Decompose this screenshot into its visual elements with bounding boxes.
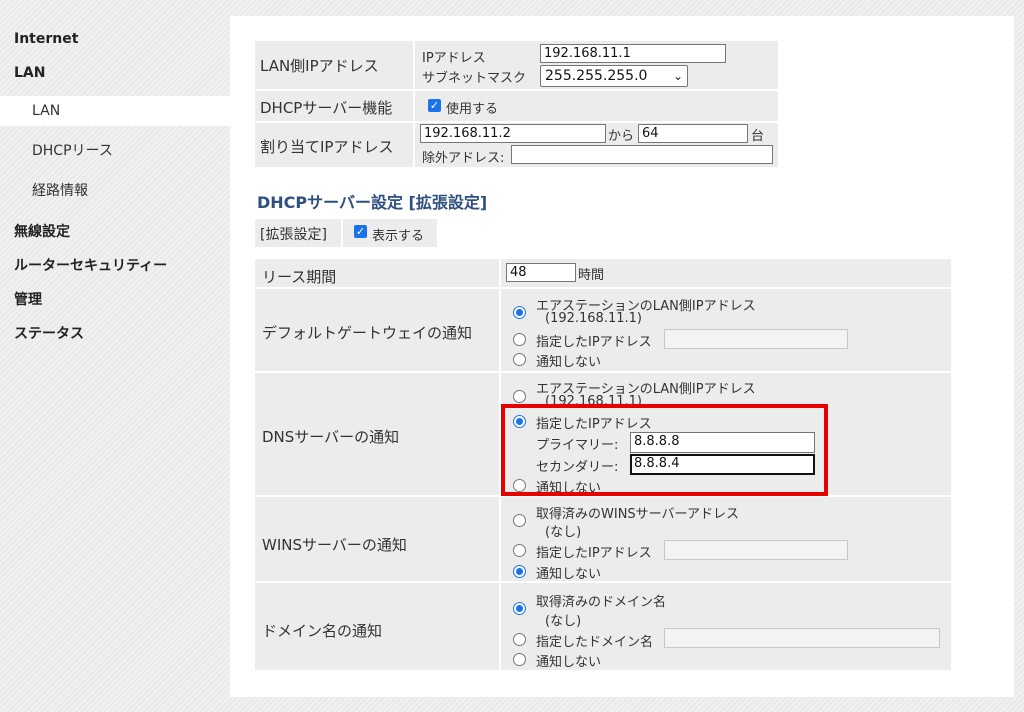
subnet-mask-label: サブネットマスク <box>422 71 527 86</box>
extended-show-checkbox[interactable]: ✓ <box>354 225 367 238</box>
assign-ip-label-cell: 割り当てIPアドレス <box>255 123 413 167</box>
dhcp-function-label: DHCPサーバー機能 <box>260 99 393 117</box>
dhcp-function-value-cell: ✓ 使用する <box>415 91 778 121</box>
ip-address-input[interactable]: 192.168.11.1 <box>540 44 726 63</box>
main-panel: LAN側IPアドレス IPアドレス 192.168.11.1 サブネットマスク … <box>230 16 1014 697</box>
sidebar: Internet LAN LAN DHCPリース 経路情報 無線設定 ルーターセ… <box>0 0 232 712</box>
gateway-opt3-label: 通知しない <box>536 355 602 370</box>
nav-admin[interactable]: 管理 <box>14 289 42 309</box>
wins-radio-obtained[interactable] <box>513 514 526 527</box>
nav-wireless[interactable]: 無線設定 <box>14 221 70 241</box>
lease-label-cell: リース期間 <box>255 259 499 287</box>
dhcp-enable-label: 使用する <box>446 102 499 117</box>
domain-opt3-label: 通知しない <box>536 655 602 670</box>
dhcp-enable-checkbox[interactable]: ✓ <box>428 99 441 112</box>
subnet-mask-value: 255.255.255.0 <box>545 68 648 84</box>
nav-dhcp-lease[interactable]: DHCPリース <box>0 136 232 166</box>
domain-radio-obtained[interactable] <box>513 602 526 615</box>
nav-dhcp-lease-label: DHCPリース <box>32 143 113 159</box>
wins-opt3-label: 通知しない <box>536 567 602 582</box>
lan-ip-label: LAN側IPアドレス <box>260 57 379 75</box>
lease-value-cell: 48 時間 <box>501 259 951 287</box>
chevron-down-icon: ⌄ <box>672 69 683 83</box>
assign-count-input[interactable]: 64 <box>638 124 748 143</box>
domain-opt1-line1: 取得済みのドメイン名 <box>536 595 667 610</box>
nav-route-info[interactable]: 経路情報 <box>0 176 232 206</box>
from-label: から <box>608 129 635 144</box>
wins-opt1-line1: 取得済みのWINSサーバーアドレス <box>536 507 740 522</box>
lan-ip-value-cell: IPアドレス 192.168.11.1 サブネットマスク 255.255.255… <box>415 41 778 89</box>
nav-status[interactable]: ステータス <box>14 323 84 343</box>
wins-label: WINSサーバーの通知 <box>262 536 407 554</box>
lease-input[interactable]: 48 <box>506 263 576 282</box>
assign-start-input[interactable]: 192.168.11.2 <box>420 124 606 143</box>
unit-label: 台 <box>751 129 765 144</box>
dns-highlight-box <box>501 404 828 496</box>
dns-label: DNSサーバーの通知 <box>262 428 400 446</box>
gateway-opt1-line2: (192.168.11.1) <box>545 311 642 326</box>
domain-label-cell: ドメイン名の通知 <box>255 583 499 670</box>
domain-radio-specified[interactable] <box>513 633 526 646</box>
wins-opt2-label: 指定したIPアドレス <box>536 546 652 561</box>
nav-route-info-label: 経路情報 <box>32 183 88 199</box>
ip-address-label: IPアドレス <box>422 51 486 66</box>
domain-specified-input[interactable] <box>664 628 940 648</box>
domain-value-cell: 取得済みのドメイン名 (なし) 指定したドメイン名 通知しない <box>501 583 951 670</box>
nav-lan-sub-label: LAN <box>32 103 61 119</box>
section-title: DHCPサーバー設定 [拡張設定] <box>257 193 488 212</box>
domain-label: ドメイン名の通知 <box>262 622 383 640</box>
gateway-opt2-label: 指定したIPアドレス <box>536 335 652 350</box>
domain-radio-none[interactable] <box>513 653 526 666</box>
domain-opt1-line2: (なし) <box>545 614 582 629</box>
extended-label-cell: [拡張設定] <box>255 219 341 247</box>
wins-value-cell: 取得済みのWINSサーバーアドレス (なし) 指定したIPアドレス 通知しない <box>501 497 951 582</box>
domain-opt2-label: 指定したドメイン名 <box>536 635 654 650</box>
lan-ip-label-cell: LAN側IPアドレス <box>255 41 413 89</box>
dns-radio-station[interactable] <box>513 390 526 403</box>
gateway-radio-none[interactable] <box>513 353 526 366</box>
wins-opt1-line2: (なし) <box>545 525 582 540</box>
lease-unit: 時間 <box>578 268 605 283</box>
gateway-value-cell: エアステーションのLAN側IPアドレス (192.168.11.1) 指定したI… <box>501 289 951 371</box>
dhcp-function-label-cell: DHCPサーバー機能 <box>255 91 413 121</box>
extended-show-label: 表示する <box>372 229 425 244</box>
dns-label-cell: DNSサーバーの通知 <box>255 373 499 495</box>
nav-lan-sub[interactable]: LAN <box>0 96 232 126</box>
wins-label-cell: WINSサーバーの通知 <box>255 497 499 581</box>
wins-radio-specified[interactable] <box>513 544 526 557</box>
gateway-specified-input[interactable] <box>664 329 848 349</box>
assign-ip-label: 割り当てIPアドレス <box>260 138 394 156</box>
nav-internet[interactable]: Internet <box>14 31 78 47</box>
gateway-label: デフォルトゲートウェイの通知 <box>262 324 473 342</box>
extended-label: [拡張設定] <box>260 227 327 243</box>
assign-ip-value-cell: 192.168.11.2 から 64 台 除外アドレス: <box>415 123 778 167</box>
exclude-address-input[interactable] <box>511 145 773 164</box>
gateway-radio-specified[interactable] <box>513 333 526 346</box>
lease-label: リース期間 <box>262 268 337 286</box>
nav-lan[interactable]: LAN <box>14 65 45 81</box>
exclude-label: 除外アドレス: <box>422 151 505 166</box>
wins-radio-none[interactable] <box>513 565 526 578</box>
extended-toggle-cell: ✓ 表示する <box>343 219 437 247</box>
gateway-radio-station[interactable] <box>513 306 526 319</box>
subnet-mask-select[interactable]: 255.255.255.0 ⌄ <box>540 65 688 87</box>
gateway-label-cell: デフォルトゲートウェイの通知 <box>255 289 499 371</box>
wins-specified-input[interactable] <box>664 540 848 560</box>
nav-router-security[interactable]: ルーターセキュリティー <box>14 255 167 275</box>
